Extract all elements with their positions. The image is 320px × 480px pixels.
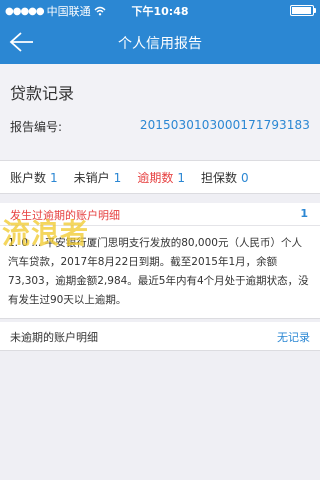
watermark: 流浪者 xyxy=(2,217,90,250)
no-record-link[interactable]: 无记录 xyxy=(277,329,310,345)
count-overdue[interactable]: 逾期数 1 xyxy=(137,169,185,186)
non-overdue-accounts-row: 未逾期的账户明细 无记录 xyxy=(0,322,320,351)
account-counts-bar: 账户数 1 未销户 1 逾期数 1 担保数 0 xyxy=(0,161,320,194)
battery-icon xyxy=(290,5,316,16)
report-number: 2015030103000171793183 xyxy=(139,118,310,132)
page-title: 个人信用报告 xyxy=(118,36,202,52)
status-bar: ●●●●● 中国联通 下午10:48 xyxy=(0,0,320,20)
count-guarantee[interactable]: 担保数 0 xyxy=(201,169,249,186)
section-title: 贷款记录 xyxy=(10,84,75,103)
overdue-count: 1 xyxy=(300,207,308,220)
count-open[interactable]: 未销户 1 xyxy=(74,169,122,186)
report-number-label: 报告编号: xyxy=(10,120,63,134)
status-time: 下午10:48 xyxy=(131,5,189,18)
nav-bar: 个人信用报告 xyxy=(0,20,320,64)
loan-record-section: 贷款记录 报告编号: 2015030103000171793183 xyxy=(0,64,320,161)
non-overdue-title: 未逾期的账户明细 xyxy=(10,331,98,344)
count-accounts[interactable]: 账户数 1 xyxy=(10,169,58,186)
